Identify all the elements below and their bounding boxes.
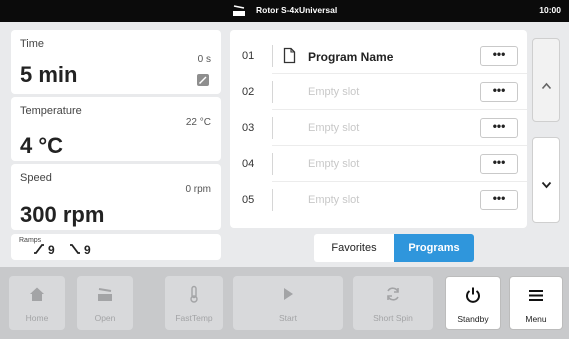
program-name: Program Name bbox=[308, 50, 394, 64]
program-row[interactable]: 02 Empty slot ••• bbox=[230, 74, 527, 110]
divider bbox=[272, 153, 273, 175]
temperature-card[interactable]: Temperature 22 °C 4 °C bbox=[11, 97, 221, 161]
refresh-icon bbox=[384, 285, 402, 303]
speed-card[interactable]: Speed 0 rpm 300 rpm bbox=[11, 164, 221, 230]
program-number: 05 bbox=[242, 194, 255, 206]
temperature-label: Temperature bbox=[20, 105, 82, 117]
divider bbox=[272, 45, 273, 67]
more-options-button[interactable]: ••• bbox=[480, 46, 518, 66]
standby-button[interactable]: Standby bbox=[445, 276, 501, 330]
program-number: 03 bbox=[242, 122, 255, 134]
ramp-up-value: 9 bbox=[48, 243, 55, 257]
more-options-button[interactable]: ••• bbox=[480, 118, 518, 138]
program-list: 01 Program Name ••• 02 Empty slot ••• 03… bbox=[230, 30, 527, 228]
program-row[interactable]: 04 Empty slot ••• bbox=[230, 146, 527, 182]
tab-programs[interactable]: Programs bbox=[394, 234, 474, 262]
program-number: 04 bbox=[242, 158, 255, 170]
ramp-down-icon bbox=[69, 243, 81, 257]
ramp-up-icon bbox=[33, 243, 45, 257]
divider bbox=[272, 189, 273, 211]
ramps-card[interactable]: Ramps 9 9 bbox=[11, 234, 221, 260]
divider bbox=[272, 117, 273, 139]
more-options-button[interactable]: ••• bbox=[480, 82, 518, 102]
program-name: Empty slot bbox=[308, 86, 360, 98]
short-spin-label: Short Spin bbox=[373, 313, 413, 323]
temperature-current: 22 °C bbox=[185, 117, 211, 128]
status-bar: Rotor S-4xUniversal 10:00 bbox=[0, 0, 569, 22]
time-card[interactable]: Time 0 s 5 min bbox=[11, 30, 221, 94]
chevron-down-icon bbox=[541, 176, 552, 189]
program-name: Empty slot bbox=[308, 194, 360, 206]
speed-current: 0 rpm bbox=[185, 184, 211, 195]
program-number: 01 bbox=[242, 50, 255, 62]
program-row[interactable]: 03 Empty slot ••• bbox=[230, 110, 527, 146]
document-icon bbox=[283, 47, 296, 64]
time-label: Time bbox=[20, 38, 45, 50]
more-options-button[interactable]: ••• bbox=[480, 154, 518, 174]
program-name: Empty slot bbox=[308, 122, 360, 134]
clock: 10:00 bbox=[539, 5, 561, 15]
fasttemp-label: FastTemp bbox=[175, 313, 213, 323]
bottom-toolbar: Home Open FastTemp Start Short Spin Stan… bbox=[0, 267, 569, 339]
time-current: 0 s bbox=[197, 54, 211, 65]
edit-pencil-icon[interactable] bbox=[197, 74, 209, 86]
rotor-name: Rotor S-4xUniversal bbox=[256, 5, 338, 15]
power-icon bbox=[464, 286, 482, 304]
program-number: 02 bbox=[242, 86, 255, 98]
home-label: Home bbox=[25, 313, 49, 323]
time-value: 5 min bbox=[20, 62, 78, 87]
divider bbox=[272, 81, 273, 103]
temperature-value: 4 °C bbox=[20, 133, 64, 158]
scroll-up-button[interactable] bbox=[532, 38, 560, 122]
hamburger-menu-icon bbox=[527, 286, 545, 304]
program-name: Empty slot bbox=[308, 158, 360, 170]
view-tabs: Favorites Programs bbox=[314, 234, 474, 262]
open-lid-icon bbox=[96, 285, 114, 303]
short-spin-button[interactable]: Short Spin bbox=[353, 276, 433, 330]
program-row[interactable]: 01 Program Name ••• bbox=[230, 38, 527, 74]
home-button[interactable]: Home bbox=[9, 276, 65, 330]
ramp-down-value: 9 bbox=[84, 243, 91, 257]
ramp-up: 9 bbox=[33, 243, 55, 257]
home-icon bbox=[28, 285, 46, 303]
standby-label: Standby bbox=[457, 314, 489, 324]
play-icon bbox=[279, 285, 297, 303]
chevron-up-icon bbox=[541, 77, 552, 90]
speed-value: 300 rpm bbox=[20, 202, 105, 227]
rotor-lid-icon bbox=[232, 4, 246, 17]
thermometer-icon bbox=[185, 285, 203, 303]
open-label: Open bbox=[94, 313, 116, 323]
more-options-button[interactable]: ••• bbox=[480, 190, 518, 210]
fasttemp-button[interactable]: FastTemp bbox=[165, 276, 223, 330]
menu-button[interactable]: Menu bbox=[509, 276, 563, 330]
scroll-down-button[interactable] bbox=[532, 137, 560, 223]
ramp-down: 9 bbox=[69, 243, 91, 257]
menu-label: Menu bbox=[525, 314, 547, 324]
program-row[interactable]: 05 Empty slot ••• bbox=[230, 182, 527, 218]
start-label: Start bbox=[279, 313, 297, 323]
tab-favorites[interactable]: Favorites bbox=[314, 234, 394, 262]
open-button[interactable]: Open bbox=[77, 276, 133, 330]
speed-label: Speed bbox=[20, 172, 52, 184]
start-button[interactable]: Start bbox=[233, 276, 343, 330]
